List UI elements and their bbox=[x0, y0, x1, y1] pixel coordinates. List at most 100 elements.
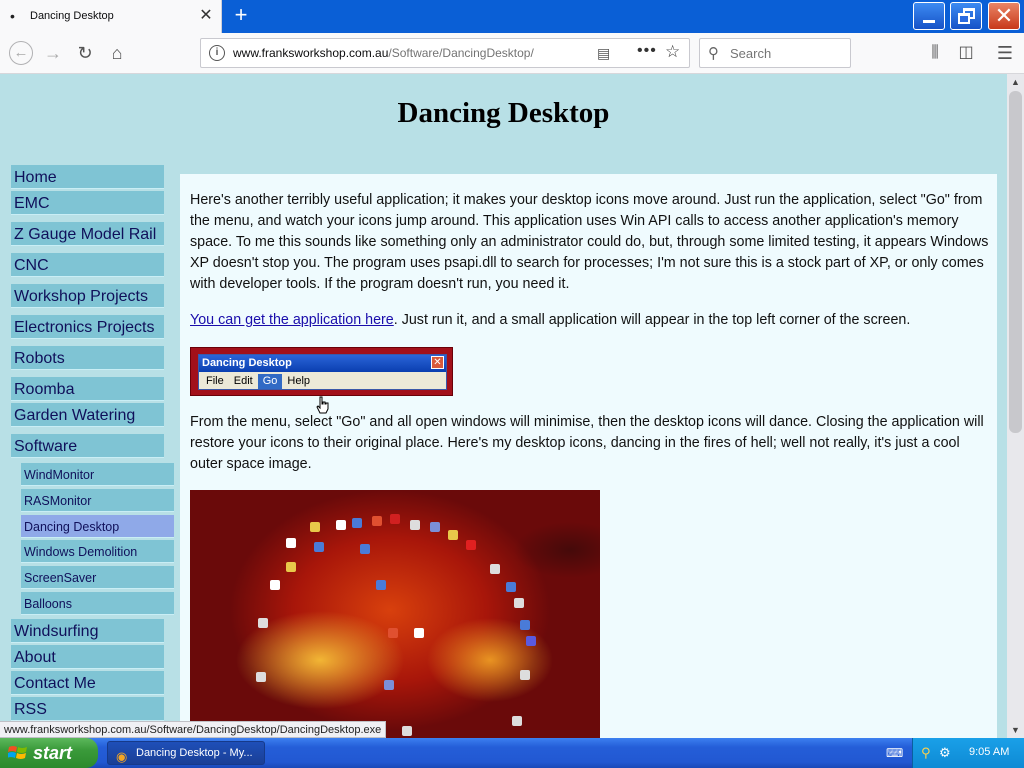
site-info-icon[interactable]: i bbox=[209, 45, 225, 61]
window-close-button[interactable]: ✕ bbox=[988, 2, 1020, 30]
page-actions-icon[interactable]: ••• bbox=[637, 42, 657, 60]
hamburger-menu-icon[interactable]: ☰ bbox=[994, 42, 1016, 64]
reader-view-icon[interactable]: ▤ bbox=[597, 45, 610, 62]
software-subnav: WindMonitor RASMonitor Dancing Desktop W… bbox=[21, 463, 174, 615]
subnav-rasmonitor[interactable]: RASMonitor bbox=[21, 488, 174, 512]
search-tray-icon[interactable]: ⚲ bbox=[921, 745, 931, 761]
search-box[interactable]: ⚲ bbox=[699, 38, 851, 68]
download-link[interactable]: You can get the application here bbox=[190, 312, 394, 328]
nav-cnc[interactable]: CNC bbox=[11, 253, 164, 277]
nav-software[interactable]: Software bbox=[11, 434, 164, 458]
desktop-icon bbox=[310, 522, 320, 532]
desktop-icon bbox=[430, 522, 440, 532]
nav-electronics-projects[interactable]: Electronics Projects bbox=[11, 315, 164, 339]
nav-workshop-projects[interactable]: Workshop Projects bbox=[11, 284, 164, 308]
site-navigation: Home EMC Z Gauge Model Rail CNC Workshop… bbox=[11, 165, 174, 723]
subnav-balloons[interactable]: Balloons bbox=[21, 591, 174, 615]
address-bar[interactable]: i www.franksworkshop.com.au/Software/Dan… bbox=[200, 38, 690, 68]
nav-about[interactable]: About bbox=[11, 644, 164, 669]
bookmark-star-icon[interactable]: ☆ bbox=[665, 42, 680, 62]
nav-z-gauge-model-rail[interactable]: Z Gauge Model Rail bbox=[11, 222, 164, 246]
keyboard-icon[interactable]: ⌨ bbox=[886, 746, 903, 760]
nav-rss[interactable]: RSS bbox=[11, 696, 164, 721]
tab-loading-dot: • bbox=[10, 8, 15, 24]
intro-paragraph: Here's another terribly useful applicati… bbox=[190, 192, 989, 292]
home-button[interactable]: ⌂ bbox=[106, 42, 128, 64]
close-icon: ✕ bbox=[994, 3, 1014, 28]
desktop-icon bbox=[410, 520, 420, 530]
desktop-icon bbox=[384, 680, 394, 690]
desktop-icon bbox=[372, 516, 382, 526]
firefox-icon: ◉ bbox=[116, 749, 128, 764]
desktop-icon bbox=[526, 636, 536, 646]
desktop-icon bbox=[352, 518, 362, 528]
subnav-windmonitor[interactable]: WindMonitor bbox=[21, 463, 174, 486]
desktop-icon bbox=[256, 672, 266, 682]
desktop-icon bbox=[520, 670, 530, 680]
network-tray-icon[interactable]: ⚙ bbox=[939, 745, 951, 761]
desktop-icon bbox=[414, 628, 424, 638]
desktop-icon bbox=[466, 540, 476, 550]
nav-home[interactable]: Home bbox=[11, 165, 164, 189]
app-menu-bar: File Edit Go Help bbox=[201, 374, 315, 389]
desktop-icon bbox=[512, 716, 522, 726]
hand-cursor-icon bbox=[316, 396, 329, 414]
subnav-windows-demolition[interactable]: Windows Demolition bbox=[21, 540, 174, 564]
desktop-icon bbox=[520, 620, 530, 630]
scroll-up-arrow-icon[interactable]: ▲ bbox=[1007, 74, 1024, 90]
search-input[interactable] bbox=[730, 45, 840, 61]
navigation-toolbar: ← → ↻ ⌂ i www.franksworkshop.com.au/Soft… bbox=[0, 33, 1024, 74]
download-paragraph: You can get the application here. Just r… bbox=[190, 310, 990, 331]
subnav-dancing-desktop[interactable]: Dancing Desktop bbox=[21, 514, 174, 538]
nav-windsurfing[interactable]: Windsurfing bbox=[11, 618, 164, 643]
app-window-frame: Dancing Desktop ✕ File Edit Go Help bbox=[198, 354, 447, 390]
desktop-icon bbox=[390, 514, 400, 524]
new-tab-button[interactable]: + bbox=[229, 4, 253, 28]
taskbar-item-firefox[interactable]: ◉ Dancing Desktop - My... bbox=[107, 741, 265, 765]
forward-button[interactable]: → bbox=[42, 42, 64, 64]
desktop-icon bbox=[270, 580, 280, 590]
app-close-icon: ✕ bbox=[431, 356, 444, 369]
back-button[interactable]: ← bbox=[9, 41, 33, 65]
sidebar-toggle-icon[interactable]: ◫ bbox=[955, 42, 977, 64]
url-text[interactable]: www.franksworkshop.com.au/Software/Danci… bbox=[233, 46, 563, 60]
start-button[interactable]: start bbox=[0, 738, 98, 768]
window-minimize-button[interactable] bbox=[913, 2, 945, 30]
reload-button[interactable]: ↻ bbox=[74, 42, 96, 64]
desktop-icon bbox=[388, 628, 398, 638]
search-icon: ⚲ bbox=[708, 45, 719, 62]
nav-roomba[interactable]: Roomba bbox=[11, 377, 164, 401]
nav-robots[interactable]: Robots bbox=[11, 346, 164, 370]
taskbar-item-label: Dancing Desktop - My... bbox=[136, 747, 253, 759]
windows-flag-icon bbox=[8, 746, 27, 759]
scroll-down-arrow-icon[interactable]: ▼ bbox=[1007, 722, 1024, 738]
desktop-icon bbox=[514, 598, 524, 608]
main-content: Here's another terribly useful applicati… bbox=[180, 174, 997, 738]
tab-title: Dancing Desktop bbox=[30, 10, 114, 22]
nav-garden-watering[interactable]: Garden Watering bbox=[11, 403, 164, 427]
app-menu-file: File bbox=[206, 375, 224, 387]
desktop-icon bbox=[286, 562, 296, 572]
app-menu-edit: Edit bbox=[233, 375, 253, 387]
desktop-icon bbox=[448, 530, 458, 540]
tab-close-icon[interactable]: ✕ bbox=[198, 8, 214, 24]
url-path: /Software/DancingDesktop/ bbox=[388, 46, 534, 60]
status-link-url: www.franksworkshop.com.au/Software/Danci… bbox=[0, 721, 387, 738]
tab-dancing-desktop[interactable]: • Dancing Desktop ✕ bbox=[0, 0, 222, 33]
window-restore-button[interactable] bbox=[950, 2, 982, 30]
nav-emc[interactable]: EMC bbox=[11, 191, 164, 215]
library-icon[interactable]: ⫼ bbox=[924, 42, 946, 64]
clock[interactable]: 9:05 AM bbox=[969, 746, 1009, 758]
app-window-caption: Dancing Desktop bbox=[199, 355, 446, 372]
desktop-icon bbox=[258, 618, 268, 628]
nav-contact-me[interactable]: Contact Me bbox=[11, 670, 164, 695]
dancing-desktop-screenshot bbox=[190, 490, 600, 738]
app-window-screenshot: Dancing Desktop ✕ File Edit Go Help bbox=[190, 347, 453, 396]
desktop-icon bbox=[490, 564, 500, 574]
minimize-icon bbox=[923, 20, 935, 23]
scrollbar-thumb[interactable] bbox=[1009, 91, 1022, 433]
url-host: www.franksworkshop.com.au bbox=[233, 46, 389, 60]
subnav-screensaver[interactable]: ScreenSaver bbox=[21, 566, 174, 590]
desktop-icon bbox=[376, 580, 386, 590]
vertical-scrollbar[interactable]: ▲ ▼ bbox=[1007, 74, 1024, 738]
